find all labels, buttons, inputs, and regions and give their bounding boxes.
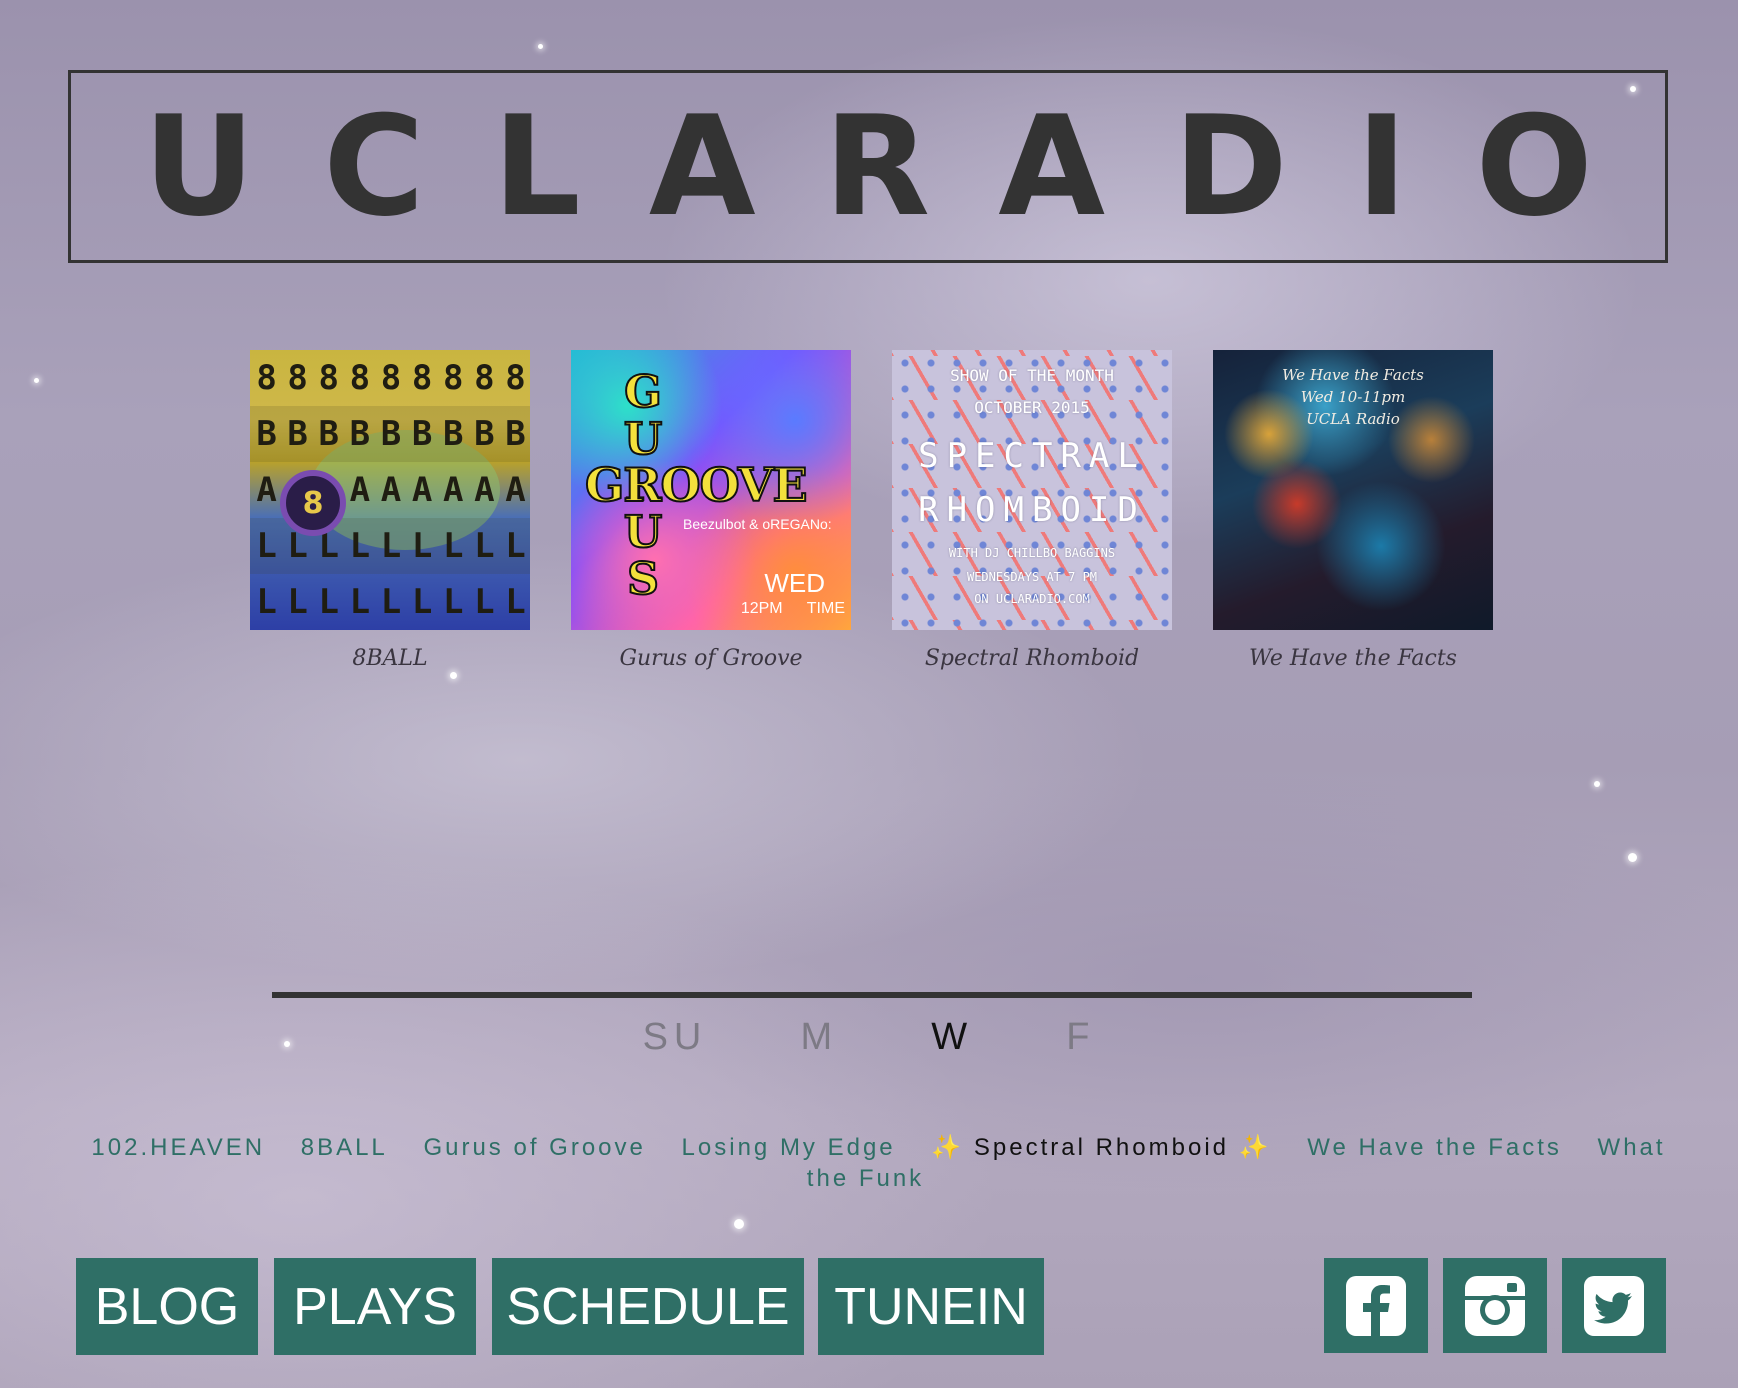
- star-decoration: [734, 1219, 744, 1229]
- show-list: 102.HEAVEN 8BALL Gurus of Groove Losing …: [72, 1132, 1672, 1194]
- star-decoration: [1628, 853, 1637, 862]
- star-decoration: [34, 378, 39, 383]
- show-link-label: Spectral Rhomboid: [973, 1134, 1229, 1161]
- logo-letter: O: [1475, 85, 1593, 247]
- art-line: We Have the Facts: [1282, 366, 1424, 384]
- eight-ball-icon: 8: [280, 470, 346, 536]
- day-tab-w[interactable]: W: [931, 1016, 973, 1059]
- art-row: BBBBBBBBB: [250, 406, 530, 462]
- day-tab-m[interactable]: M: [800, 1016, 838, 1059]
- show-artwork[interactable]: 888888888 BBBBBBBBB AAAAAAAAA LLLLLLLLL …: [250, 350, 530, 630]
- art-row: LLLLLLLLL: [256, 582, 525, 622]
- art-line: SHOW OF THE MONTH: [950, 366, 1114, 385]
- art-time: 12PM TIME: [740, 600, 845, 617]
- show-link-gurus-of-groove[interactable]: Gurus of Groove: [423, 1134, 645, 1161]
- day-selector: SU M W F: [0, 1016, 1738, 1059]
- art-line: WEDNESDAYS AT 7 PM: [966, 570, 1098, 584]
- show-artwork[interactable]: G U R U S GROOVE Beezulbot & oREGANo: WE…: [571, 350, 851, 630]
- art-row: 888888888: [256, 358, 525, 398]
- star-decoration: [538, 44, 543, 49]
- show-artwork[interactable]: We Have the Facts Wed 10-11pm UCLA Radio: [1213, 350, 1493, 630]
- blog-button[interactable]: BLOG: [76, 1258, 258, 1355]
- logo-letter: L: [492, 85, 581, 247]
- art-line: Wed 10-11pm: [1300, 388, 1406, 406]
- featured-show-spectral-rhomboid[interactable]: SHOW OF THE MONTH OCTOBER 2015 SPECTRAL …: [892, 350, 1172, 671]
- featured-show-gurus-of-groove[interactable]: G U R U S GROOVE Beezulbot & oREGANo: WE…: [571, 350, 851, 671]
- featured-show-we-have-the-facts[interactable]: We Have the Facts Wed 10-11pm UCLA Radio…: [1213, 350, 1493, 671]
- logo-letter: A: [998, 85, 1106, 247]
- show-artwork[interactable]: SHOW OF THE MONTH OCTOBER 2015 SPECTRAL …: [892, 350, 1172, 630]
- art-line: WITH DJ CHILLBO BAGGINS: [948, 546, 1116, 560]
- art-day: WED: [764, 568, 825, 598]
- art-line: ON UCLARADIO.COM: [974, 592, 1090, 606]
- art-line: RHOMBOID: [918, 490, 1146, 530]
- logo-letter: I: [1356, 85, 1408, 247]
- logo-letter: R: [823, 85, 931, 247]
- star-decoration: [1594, 781, 1600, 787]
- logo-letter: U: [143, 85, 256, 247]
- sparkle-icon: ✨: [1238, 1134, 1272, 1161]
- logo-letter: A: [648, 85, 756, 247]
- instagram-link[interactable]: [1443, 1258, 1547, 1353]
- show-link-we-have-the-facts[interactable]: We Have the Facts: [1307, 1134, 1562, 1161]
- show-title[interactable]: Gurus of Groove: [571, 646, 851, 671]
- sparkle-icon: ✨: [931, 1134, 965, 1161]
- show-link-8ball[interactable]: 8BALL: [301, 1134, 388, 1161]
- twitter-icon: [1584, 1275, 1644, 1336]
- facebook-link[interactable]: [1324, 1258, 1428, 1353]
- show-link-102-heaven[interactable]: 102.HEAVEN: [91, 1134, 265, 1161]
- show-link-losing-my-edge[interactable]: Losing My Edge: [682, 1134, 896, 1161]
- show-title[interactable]: 8BALL: [250, 646, 530, 671]
- art-line: SPECTRAL: [918, 436, 1146, 476]
- show-title[interactable]: We Have the Facts: [1213, 646, 1493, 671]
- day-tab-su[interactable]: SU: [643, 1016, 708, 1059]
- facebook-icon: [1346, 1275, 1406, 1336]
- art-line: OCTOBER 2015: [974, 398, 1090, 417]
- schedule-button[interactable]: SCHEDULE: [492, 1258, 804, 1355]
- day-tab-f[interactable]: F: [1066, 1016, 1095, 1059]
- logo-letter: D: [1173, 85, 1288, 247]
- instagram-icon: [1465, 1275, 1525, 1336]
- art-title: GROOVE: [584, 457, 809, 513]
- art-hosts: Beezulbot & oREGANo:: [683, 516, 832, 532]
- show-link-spectral-rhomboid[interactable]: ✨ Spectral Rhomboid ✨: [931, 1134, 1271, 1161]
- plays-button[interactable]: PLAYS: [274, 1258, 476, 1355]
- art-line: UCLA Radio: [1306, 410, 1400, 428]
- featured-show-8ball[interactable]: 888888888 BBBBBBBBB AAAAAAAAA LLLLLLLLL …: [250, 350, 530, 671]
- section-divider: [272, 992, 1472, 998]
- twitter-link[interactable]: [1562, 1258, 1666, 1353]
- star-decoration: [450, 672, 457, 679]
- tunein-button[interactable]: TUNEIN: [818, 1258, 1044, 1355]
- logo-letter: C: [323, 85, 425, 247]
- show-title[interactable]: Spectral Rhomboid: [892, 646, 1172, 671]
- site-logo[interactable]: U C L A R A D I O: [68, 70, 1668, 263]
